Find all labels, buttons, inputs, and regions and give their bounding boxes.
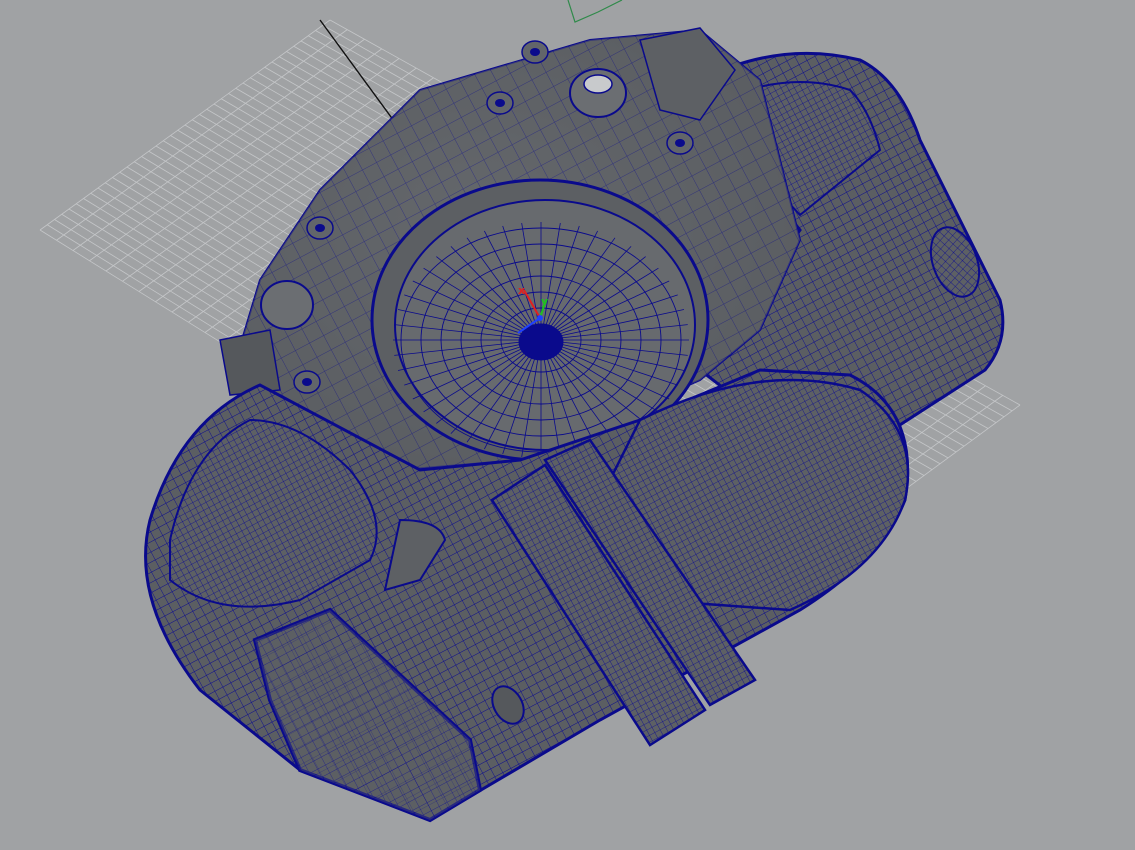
case-lug-left — [219, 329, 281, 396]
3d-viewport[interactable]: x y — [0, 0, 1135, 850]
viewport-canvas[interactable]: x y — [0, 0, 1135, 850]
caseback-center — [518, 323, 564, 361]
wireframe-watch-model[interactable] — [144, 27, 1005, 823]
manipulator-center[interactable] — [537, 315, 543, 321]
camera-gizmo — [567, 0, 623, 23]
y-axis-label: y — [541, 295, 548, 308]
bolt-hole-left — [260, 280, 314, 330]
x-axis-label: x — [518, 284, 525, 297]
